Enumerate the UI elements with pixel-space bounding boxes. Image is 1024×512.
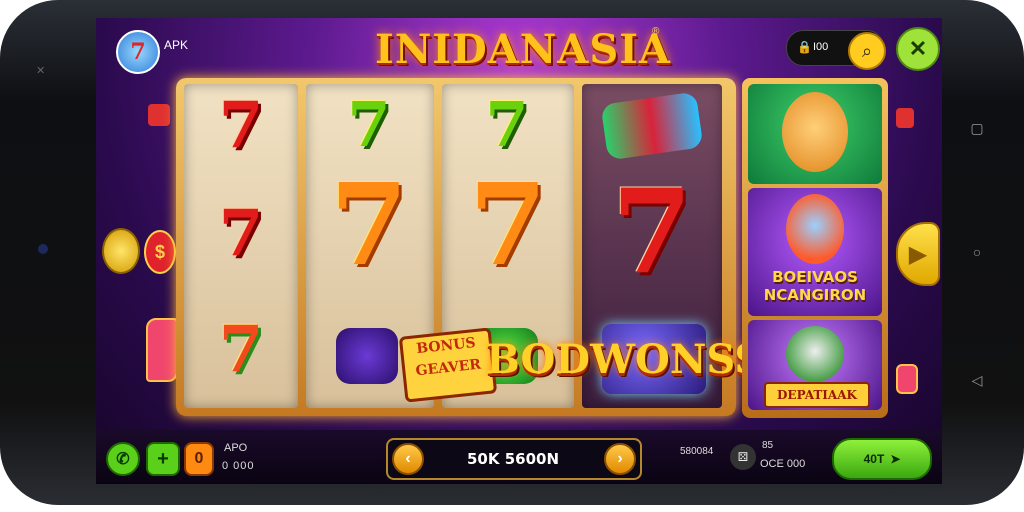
dice-button[interactable]: ⚄ <box>730 444 756 470</box>
zero-button[interactable]: 0 <box>184 442 214 476</box>
dice-icon: ⚄ <box>737 450 749 464</box>
left-stat: 580084 <box>680 446 714 457</box>
knight-character <box>786 326 844 382</box>
close-button[interactable]: ✕ <box>896 27 940 71</box>
tiger-card[interactable] <box>748 84 882 184</box>
apo-label: APO <box>224 442 248 454</box>
close-icon: ✕ <box>908 36 928 61</box>
slot-reels: 7 7 7 7 7 7 7 7 BONUS GEAVER BODWONSS! <box>176 78 781 416</box>
tiger-character <box>782 92 848 172</box>
logo-seven: 7 <box>130 39 146 65</box>
spin-arrow-icon: ➤ <box>890 452 901 466</box>
game-screen: $ 7 APK INIDANASIA ® 🔒 I00 ⌕ ✕ 7 7 7 7 7… <box>96 18 942 484</box>
symbol-green-seven: 7 <box>347 88 391 161</box>
cat-card-line2: NCANGIRON <box>763 286 867 304</box>
red-gem-decoration <box>896 108 914 128</box>
bet-decrease-button[interactable]: ‹ <box>392 443 424 475</box>
feature-panel: BOEIVAOS NCANGIRON DEPATIAAK <box>742 78 888 418</box>
spin-button[interactable]: 40T ➤ <box>832 438 932 480</box>
wild-gem <box>600 91 704 161</box>
chevron-right-icon: › <box>617 450 623 467</box>
front-camera <box>38 244 48 254</box>
symbol-green-seven: 7 <box>485 88 529 161</box>
search-icon: ⌕ <box>861 40 873 61</box>
lock-icon: 🔒 <box>797 40 812 54</box>
home-icon[interactable]: ○ <box>966 244 988 260</box>
chevron-left-icon: ‹ <box>405 450 411 467</box>
gold-coin-decoration <box>102 228 140 274</box>
right-stat-bottom: OCE 000 <box>760 458 806 470</box>
pink-gem-decoration <box>896 364 918 394</box>
cat-card-line1: BOEIVAOS <box>772 268 858 286</box>
coin-value: I00 <box>813 41 829 53</box>
red-token-decoration: $ <box>144 230 176 274</box>
add-button[interactable]: + <box>146 442 180 476</box>
phone-button[interactable]: ✆ <box>106 442 140 476</box>
bet-increase-button[interactable]: › <box>604 443 636 475</box>
symbol-red-seven: 7 <box>218 88 264 163</box>
registered-mark: ® <box>652 26 660 37</box>
top-bar: 7 APK INIDANASIA ® 🔒 I00 ⌕ ✕ <box>96 18 942 74</box>
bet-value: 50K 5600N <box>466 450 560 468</box>
cat-character <box>786 194 844 264</box>
bonus-headline: BODWONSS! <box>486 336 781 383</box>
back-icon[interactable]: ◁ <box>966 372 988 389</box>
phone-icon: ✆ <box>116 451 130 468</box>
red-gem-decoration <box>148 104 170 126</box>
symbol-multi-seven: 7 <box>218 312 264 387</box>
chevron-right-icon: ▶ <box>908 240 928 268</box>
signal-icon: ✕ <box>36 65 46 77</box>
symbol-red-seven: 7 <box>218 196 264 271</box>
symbol-big-orange-seven: 7 <box>469 160 547 291</box>
app-logo[interactable]: 7 <box>116 30 160 74</box>
right-stat-top: 85 <box>762 440 774 451</box>
cat-card[interactable]: BOEIVAOS NCANGIRON <box>748 188 882 316</box>
apk-label[interactable]: APK <box>164 38 188 52</box>
bet-selector: ‹ 50K 5600N › <box>386 438 642 480</box>
knight-card-label: DEPATIAAK <box>764 382 870 408</box>
phone-frame: ✕ ▢ ○ ◁ $ 7 APK INIDANASIA ® 🔒 I00 ⌕ ✕ 7 <box>0 0 1024 505</box>
bonus-banner: BONUS GEAVER BODWONSS! <box>398 326 781 403</box>
game-title: INIDANASIA <box>375 26 671 73</box>
next-arrow-button[interactable]: ▶ <box>896 222 940 286</box>
spin-label: 40T <box>863 452 885 466</box>
apo-value: 0 000 <box>222 460 255 472</box>
reel-1: 7 7 7 <box>184 84 298 408</box>
zero-label: 0 <box>194 450 204 467</box>
recent-apps-icon[interactable]: ▢ <box>966 120 988 137</box>
purple-gem <box>336 328 398 384</box>
cat-card-text: BOEIVAOS NCANGIRON <box>748 268 882 304</box>
knight-card[interactable]: DEPATIAAK <box>748 320 882 410</box>
plus-icon: + <box>157 447 169 470</box>
symbol-big-red-seven: 7 <box>611 164 693 300</box>
search-button[interactable]: ⌕ <box>848 32 886 70</box>
bottom-bar: ✆ + 0 APO 0 000 ‹ 50K 5600N › 580084 ⚄ 8… <box>96 430 942 484</box>
bonus-badge: BONUS GEAVER <box>398 327 498 403</box>
symbol-big-orange-seven: 7 <box>330 160 408 291</box>
pink-gem-decoration <box>146 318 178 382</box>
